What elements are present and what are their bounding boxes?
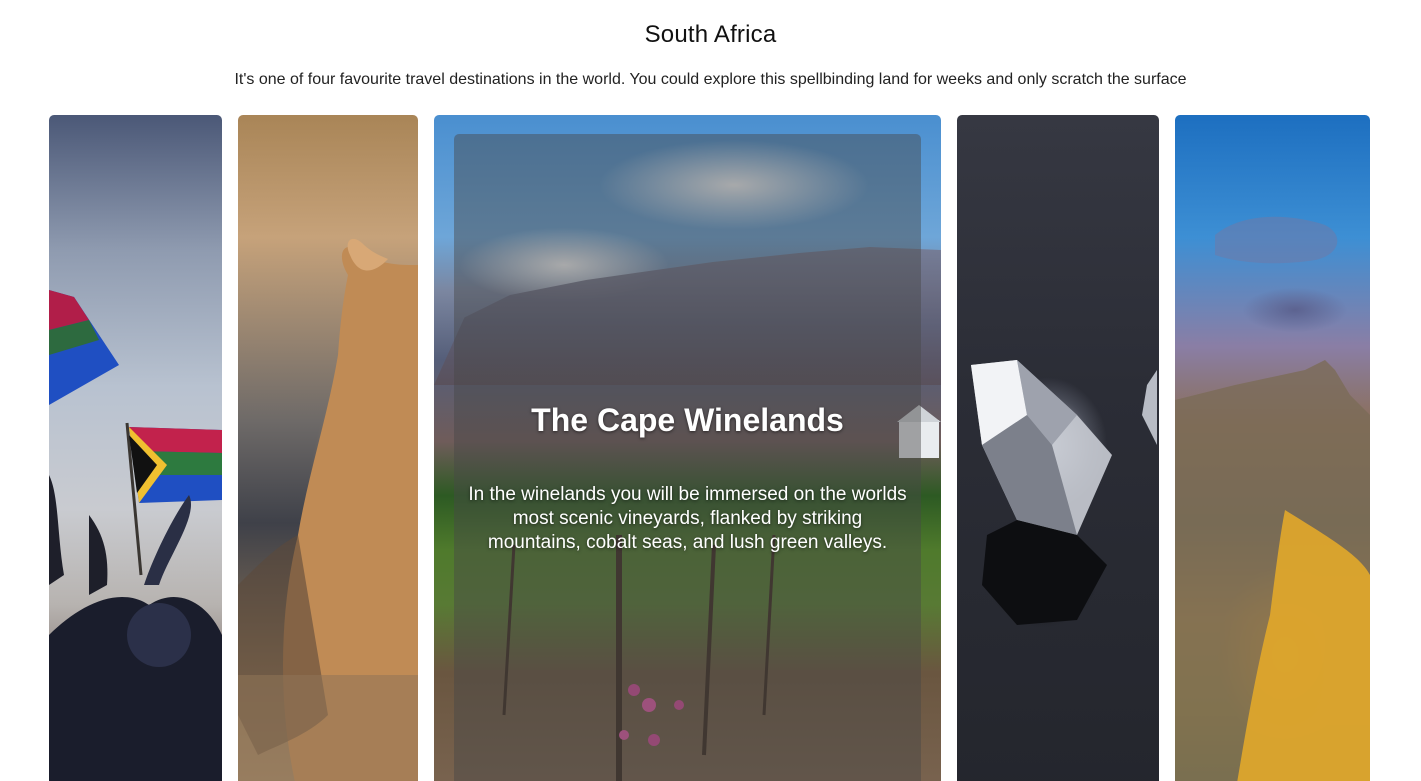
page: South Africa It's one of four favourite …: [0, 0, 1421, 781]
card-diamonds[interactable]: [957, 115, 1159, 781]
diamonds-image: [957, 115, 1159, 781]
page-subtitle: It's one of four favourite travel destin…: [234, 71, 1187, 88]
card-overlay: The Cape Winelands In the winelands you …: [454, 134, 921, 781]
card-table-mountain[interactable]: [1175, 115, 1370, 781]
table-mountain-image: [1175, 115, 1370, 781]
flags-crowd-image: [49, 115, 222, 781]
lioness-image: [238, 115, 418, 781]
card-flags-crowd[interactable]: [49, 115, 222, 781]
card-description: In the winelands you will be immersed on…: [468, 484, 907, 553]
card-cape-winelands[interactable]: The Cape Winelands In the winelands you …: [434, 115, 941, 781]
card-title: The Cape Winelands: [531, 402, 844, 438]
card-lioness[interactable]: [238, 115, 418, 781]
page-title: South Africa: [644, 21, 777, 48]
